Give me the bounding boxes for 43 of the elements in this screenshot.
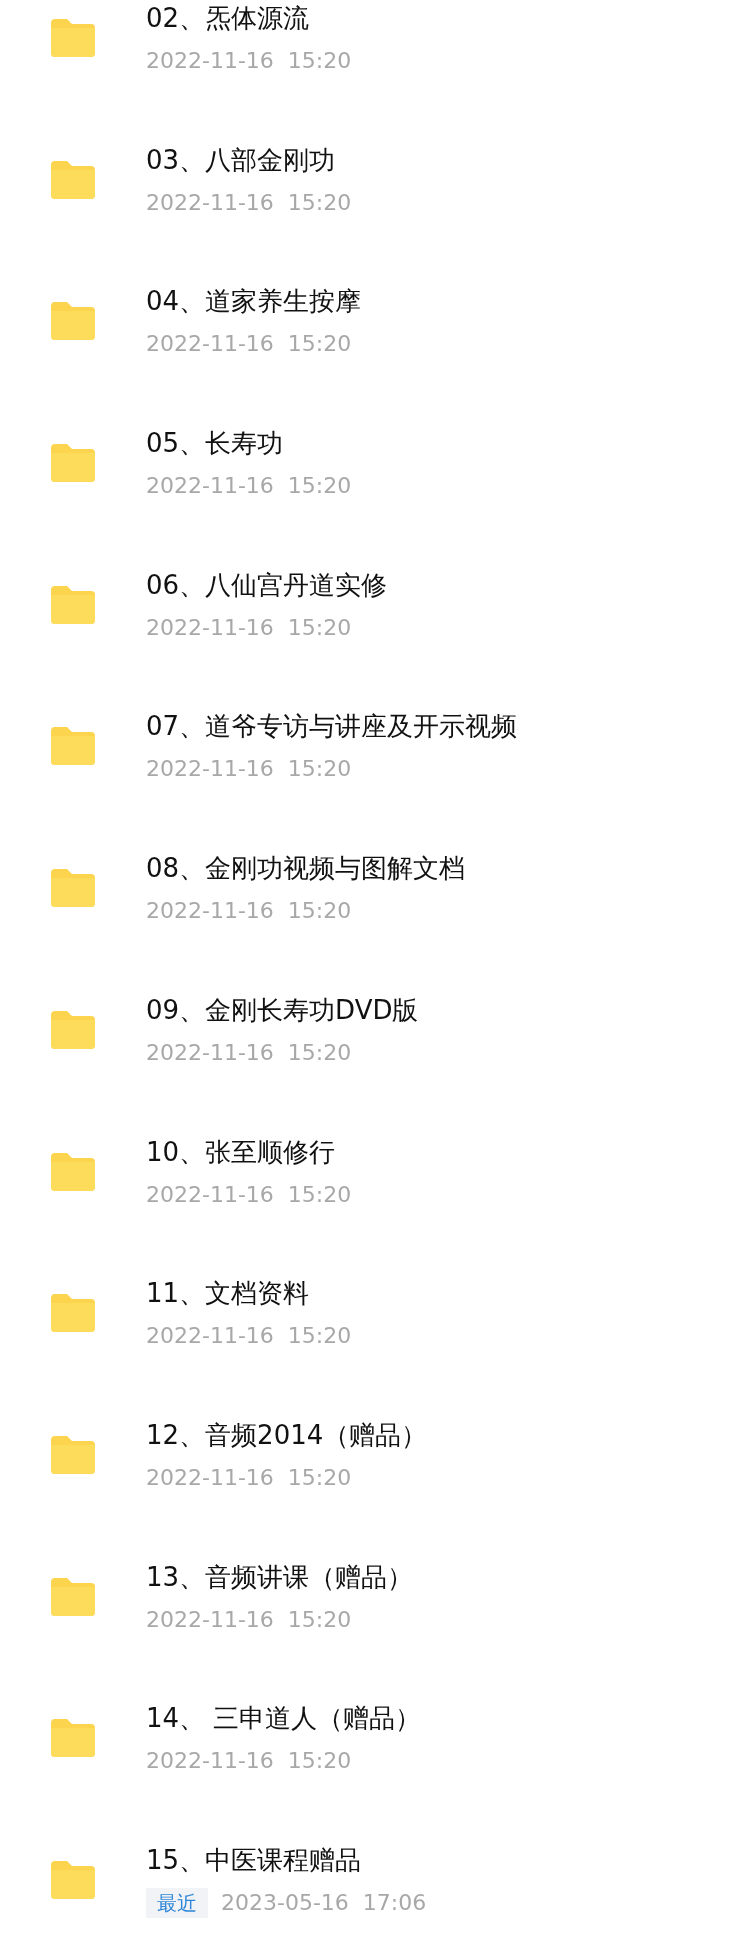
modified-date: 2022-11-16 15:20 — [146, 188, 352, 217]
folder-icon — [51, 869, 95, 908]
folder-icon — [51, 727, 95, 766]
folder-name[interactable]: 12、音频2014（赠品） — [146, 1416, 428, 1453]
folder-icon — [51, 444, 95, 483]
folder-icon — [51, 1010, 95, 1049]
folder-name[interactable]: 06、八仙宫丹道实修 — [146, 566, 388, 603]
folder-icon — [51, 1152, 95, 1191]
folder-name[interactable]: 04、道家养生按摩 — [146, 283, 362, 320]
folder-name[interactable]: 09、金刚长寿功DVD版 — [146, 991, 419, 1028]
modified-date: 2022-11-16 15:20 — [146, 1605, 352, 1634]
modified-date: 2022-11-16 15:20 — [146, 1747, 352, 1776]
modified-date: 2022-11-16 15:20 — [146, 1180, 352, 1209]
folder-icon — [51, 585, 95, 624]
folder-name[interactable]: 14、 三申道人（赠品） — [146, 1700, 422, 1737]
folder-name[interactable]: 08、金刚功视频与图解文档 — [146, 850, 466, 887]
folder-icon — [51, 1294, 95, 1333]
modified-date: 2022-11-16 15:20 — [146, 1322, 352, 1351]
modified-date: 2022-11-16 15:20 — [146, 897, 352, 926]
folder-name[interactable]: 07、道爷专访与讲座及开示视频 — [146, 708, 518, 745]
folder-icon — [51, 1435, 95, 1474]
modified-date: 2022-11-16 15:20 — [146, 1038, 352, 1067]
folder-name[interactable]: 11、文档资料 — [146, 1275, 352, 1312]
modified-date: 2022-11-16 15:20 — [146, 47, 352, 75]
folder-name[interactable]: 03、八部金刚功 — [146, 141, 352, 178]
folder-name[interactable]: 13、音频讲课（赠品） — [146, 1558, 414, 1595]
folder-icon — [51, 160, 95, 199]
folder-name[interactable]: 02、炁体源流 — [146, 0, 352, 36]
modified-date: 2022-11-16 15:20 — [146, 330, 352, 359]
folder-icon — [51, 302, 95, 341]
folder-icon — [51, 19, 95, 57]
modified-date: 2022-11-16 15:20 — [146, 1463, 352, 1492]
folder-name[interactable]: 15、中医课程赠品 — [146, 1841, 427, 1878]
folder-name[interactable]: 05、长寿功 — [146, 425, 352, 462]
modified-date: 2022-11-16 15:20 — [146, 755, 352, 784]
folder-icon — [51, 1860, 95, 1899]
folder-name[interactable]: 10、张至顺修行 — [146, 1133, 352, 1170]
recent-tag: 最近 — [146, 1887, 208, 1918]
modified-date: 2022-11-16 15:20 — [146, 472, 352, 501]
modified-date: 2023-05-16 17:06 — [221, 1888, 427, 1917]
modified-date: 2022-11-16 15:20 — [146, 613, 352, 642]
folder-icon — [51, 1719, 95, 1758]
folder-icon — [51, 1577, 95, 1616]
